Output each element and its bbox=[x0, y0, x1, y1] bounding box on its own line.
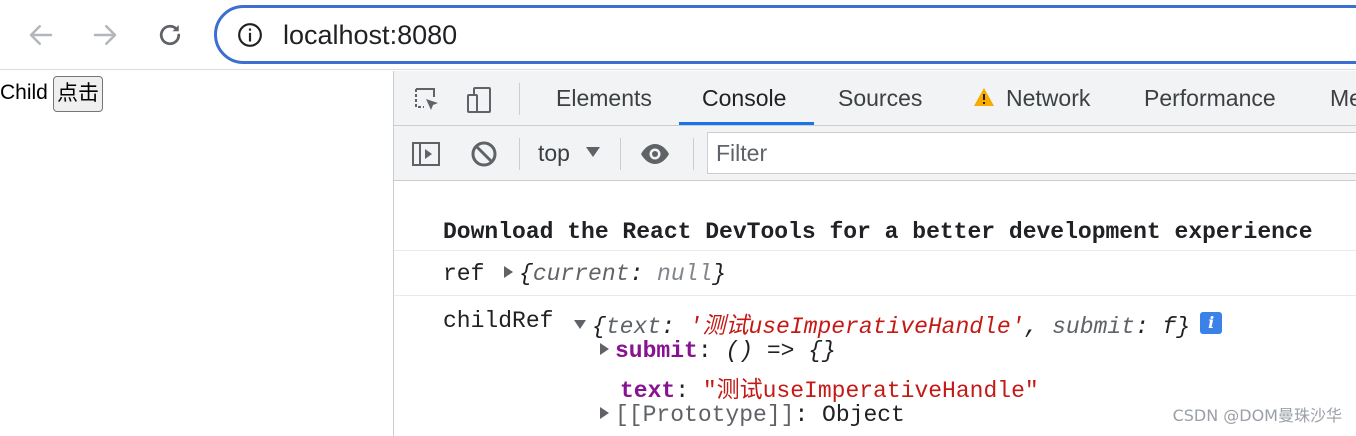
tabbar-separator bbox=[519, 83, 520, 115]
clear-console-icon[interactable] bbox=[468, 138, 500, 170]
child-text: Child bbox=[0, 81, 48, 104]
ref-object-preview[interactable]: {current: null} bbox=[504, 261, 726, 287]
filterbar-separator bbox=[693, 138, 694, 170]
devtools-panel: Elements Console Sources Network Perform… bbox=[393, 71, 1356, 436]
expand-triangle-icon[interactable] bbox=[600, 342, 609, 355]
tab-sources[interactable]: Sources bbox=[838, 71, 922, 125]
click-button[interactable]: 点击 bbox=[53, 76, 103, 112]
filterbar-separator bbox=[620, 138, 621, 170]
filter-input[interactable]: Filter bbox=[707, 132, 1356, 174]
console-output: Download the React DevTools for a better… bbox=[394, 181, 1356, 436]
prop-prototype[interactable]: [[Prototype]]: Object bbox=[600, 402, 905, 428]
url-text[interactable]: localhost:8080 bbox=[283, 20, 457, 51]
warning-icon bbox=[974, 88, 994, 106]
active-tab-indicator bbox=[679, 122, 814, 125]
reload-icon bbox=[159, 24, 181, 46]
tab-console[interactable]: Console bbox=[702, 71, 786, 125]
react-devtools-banner: Download the React DevTools for a better… bbox=[443, 219, 1313, 245]
tab-elements[interactable]: Elements bbox=[556, 71, 652, 125]
arrow-left-icon bbox=[29, 25, 53, 45]
forward-button[interactable] bbox=[88, 18, 122, 52]
watermark: CSDN @DOM曼珠沙华 bbox=[1172, 406, 1342, 425]
expand-triangle-icon[interactable] bbox=[600, 406, 609, 419]
eye-icon[interactable] bbox=[639, 138, 671, 170]
prop-text: text: "测试useImperativeHandle" bbox=[620, 378, 1039, 404]
expand-triangle-icon[interactable] bbox=[504, 265, 513, 278]
childref-object-preview[interactable]: {text: '测试useImperativeHandle', submit: … bbox=[574, 306, 1223, 340]
page-viewport: Child 点击 bbox=[0, 71, 393, 436]
devtools-tabbar: Elements Console Sources Network Perform… bbox=[394, 71, 1356, 126]
tab-performance[interactable]: Performance bbox=[1144, 71, 1276, 125]
ref-label: ref bbox=[443, 261, 485, 287]
prop-submit[interactable]: submit: () => {} bbox=[600, 338, 836, 364]
info-icon[interactable] bbox=[237, 22, 263, 48]
context-selector[interactable]: top bbox=[538, 126, 570, 180]
info-badge-icon[interactable]: i bbox=[1200, 311, 1223, 334]
tab-memory[interactable]: Me bbox=[1330, 71, 1356, 125]
back-button[interactable] bbox=[24, 18, 58, 52]
device-toolbar-icon[interactable] bbox=[465, 85, 495, 115]
chevron-down-icon[interactable] bbox=[586, 147, 600, 157]
address-bar[interactable]: localhost:8080 bbox=[214, 5, 1356, 64]
console-message: Download the React DevTools for a better… bbox=[394, 181, 1356, 251]
inspect-element-icon[interactable] bbox=[412, 85, 442, 115]
childref-label: childRef bbox=[443, 308, 554, 334]
arrow-right-icon bbox=[93, 25, 117, 45]
filterbar-separator bbox=[519, 138, 520, 170]
collapse-triangle-icon[interactable] bbox=[574, 320, 586, 330]
sidebar-toggle-icon[interactable] bbox=[410, 138, 442, 170]
browser-toolbar: localhost:8080 bbox=[0, 0, 1356, 70]
console-filterbar: top Filter bbox=[394, 126, 1356, 181]
console-message: ref {current: null} bbox=[394, 251, 1356, 296]
reload-button[interactable] bbox=[153, 18, 187, 52]
tab-network[interactable]: Network bbox=[1006, 71, 1090, 125]
